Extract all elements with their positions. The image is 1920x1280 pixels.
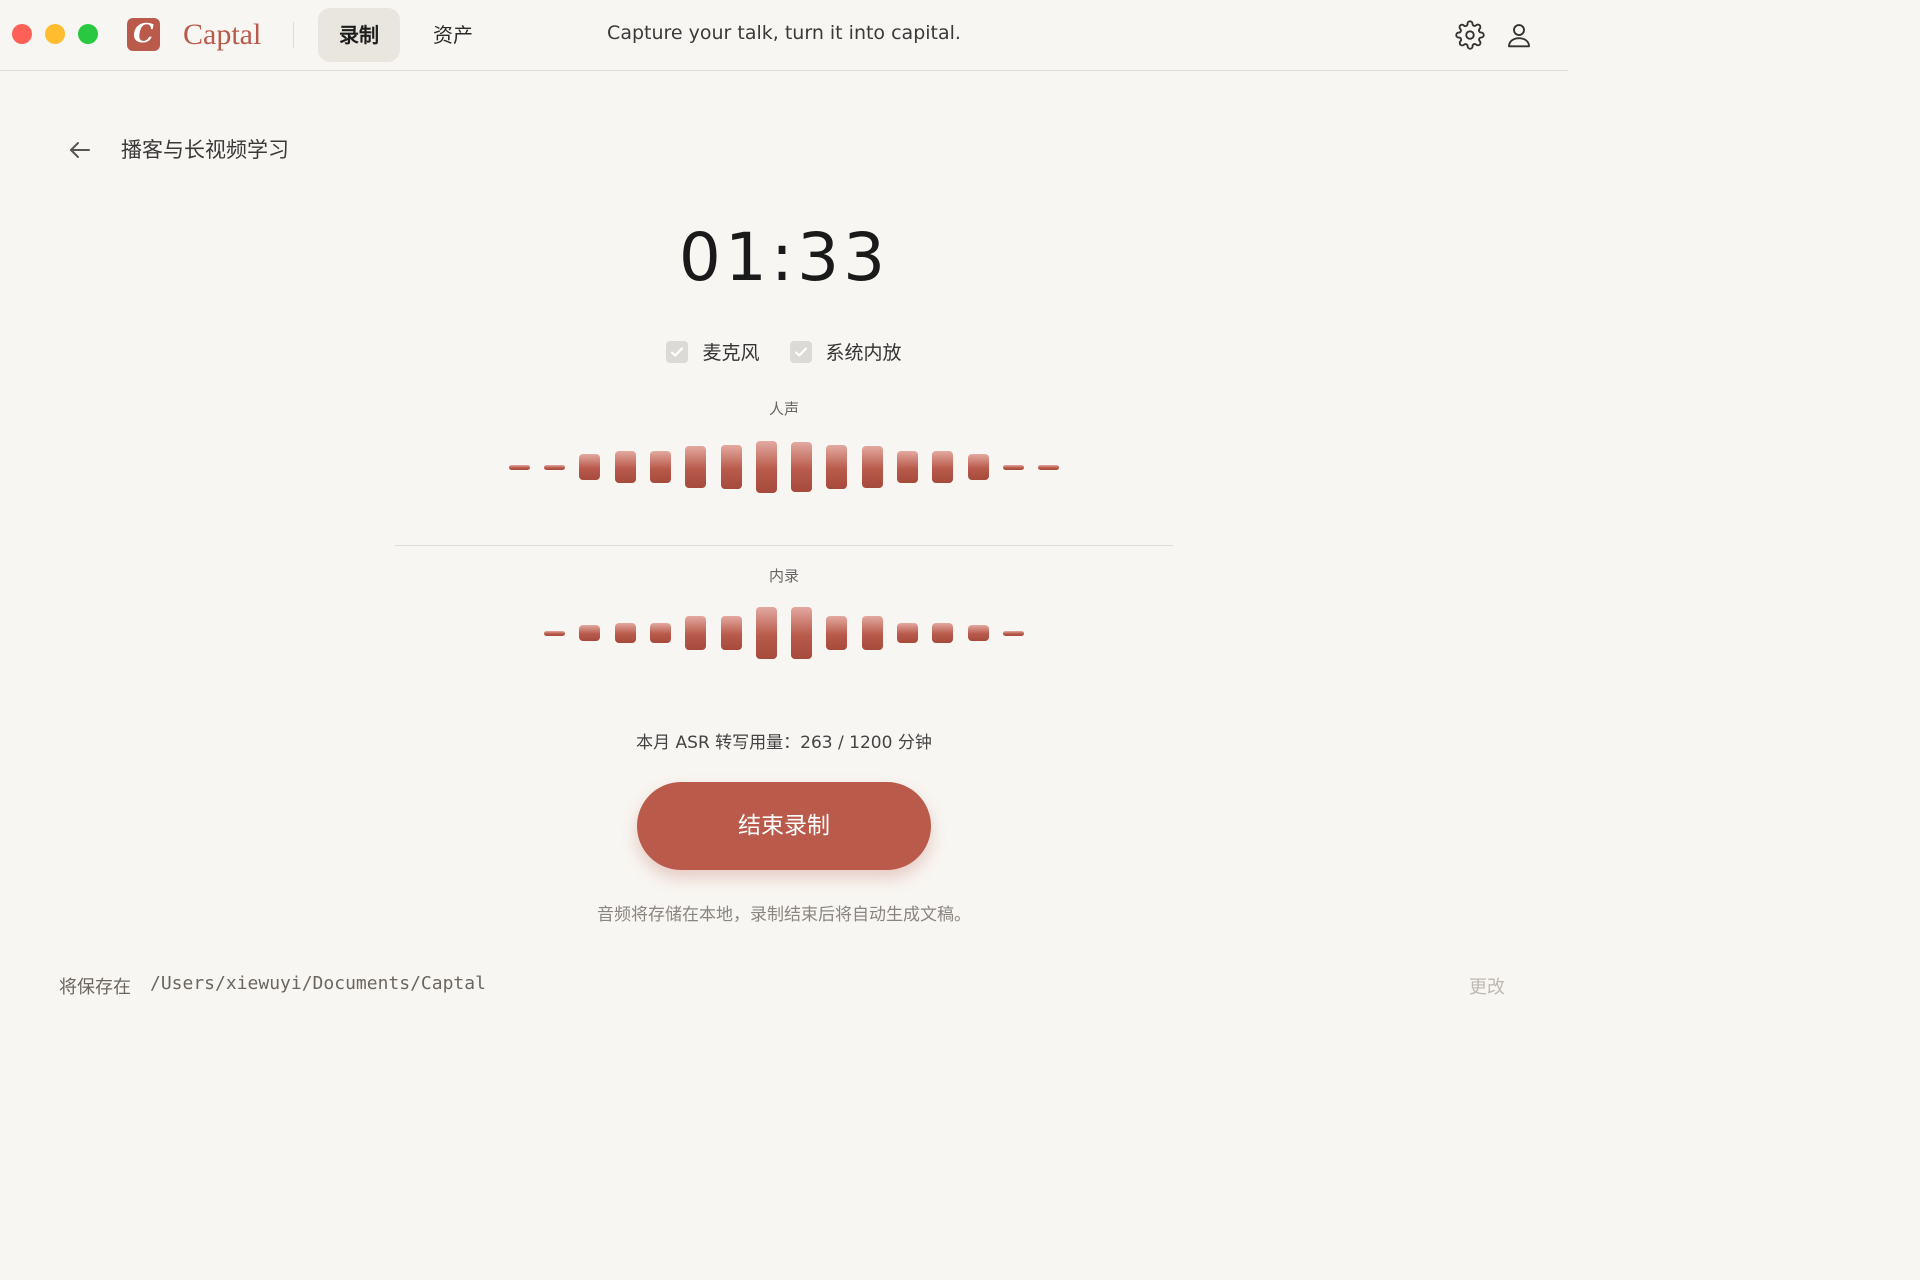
minimize-window-button[interactable] <box>45 24 65 44</box>
check-icon <box>789 340 812 363</box>
system-level-meter <box>0 603 1568 663</box>
tab-record[interactable]: 录制 <box>318 8 400 62</box>
level-bar <box>685 616 707 650</box>
recording-timer: 01:33 <box>678 219 890 296</box>
header-divider <box>293 22 294 48</box>
system-meter-label: 内录 <box>768 567 799 585</box>
level-bar <box>649 451 671 483</box>
level-bar <box>508 464 530 470</box>
app-tagline: Capture your talk, turn it into capital. <box>607 22 961 44</box>
level-bar <box>1038 464 1060 470</box>
user-icon[interactable] <box>1504 20 1534 50</box>
level-bar <box>649 622 671 644</box>
level-bar <box>826 616 848 650</box>
voice-level-meter <box>0 437 1568 497</box>
title-bar: C Captal 录制 资产 Capture your talk, turn i… <box>0 0 1568 71</box>
level-bar <box>826 444 848 490</box>
level-bar <box>897 622 919 644</box>
microphone-checkbox[interactable]: 麦克风 <box>666 338 759 365</box>
tab-assets[interactable]: 资产 <box>412 8 494 62</box>
level-bar <box>791 607 813 659</box>
arrow-left-icon[interactable] <box>64 134 96 166</box>
app-name: Captal <box>183 18 262 51</box>
level-bar <box>614 622 636 644</box>
close-window-button[interactable] <box>12 24 32 44</box>
level-bar <box>685 446 707 488</box>
level-bar <box>614 451 636 483</box>
system-audio-label: 系统内放 <box>825 342 902 364</box>
stop-recording-button[interactable]: 结束录制 <box>637 782 931 870</box>
voice-meter-label: 人声 <box>768 400 799 418</box>
level-bar <box>861 616 883 650</box>
system-audio-checkbox[interactable]: 系统内放 <box>789 338 902 365</box>
level-bar <box>720 616 742 650</box>
save-location-path: /Users/xiewuyi/Documents/Captal <box>150 973 486 994</box>
level-bar <box>720 444 742 490</box>
asr-usage: 本月 ASR 转写用量：263 / 1200 分钟 <box>636 733 932 753</box>
level-bar <box>967 454 989 480</box>
level-bar <box>544 464 566 470</box>
level-bar <box>967 625 989 641</box>
level-bar <box>1002 464 1024 470</box>
level-bar <box>1002 630 1024 636</box>
level-bar <box>544 630 566 636</box>
level-bar <box>579 454 601 480</box>
gear-icon[interactable] <box>1455 20 1485 50</box>
source-checkboxes: 麦克风 系统内放 <box>0 338 1568 365</box>
level-bar <box>897 451 919 483</box>
save-location-label: 将保存在 <box>59 977 131 998</box>
page-title: 播客与长视频学习 <box>121 138 289 162</box>
meter-divider <box>395 545 1173 546</box>
change-location-button[interactable]: 更改 <box>1469 973 1505 999</box>
level-bar <box>932 451 954 483</box>
storage-note: 音频将存储在本地，录制结束后将自动生成文稿。 <box>597 905 971 925</box>
level-bar <box>755 607 777 659</box>
check-icon <box>666 340 689 363</box>
microphone-label: 麦克风 <box>702 342 760 364</box>
level-bar <box>861 446 883 488</box>
maximize-window-button[interactable] <box>78 24 98 44</box>
app-logo-icon: C <box>127 18 160 51</box>
level-bar <box>579 625 601 641</box>
level-bar <box>932 622 954 644</box>
level-bar <box>791 442 813 492</box>
level-bar <box>755 441 777 493</box>
